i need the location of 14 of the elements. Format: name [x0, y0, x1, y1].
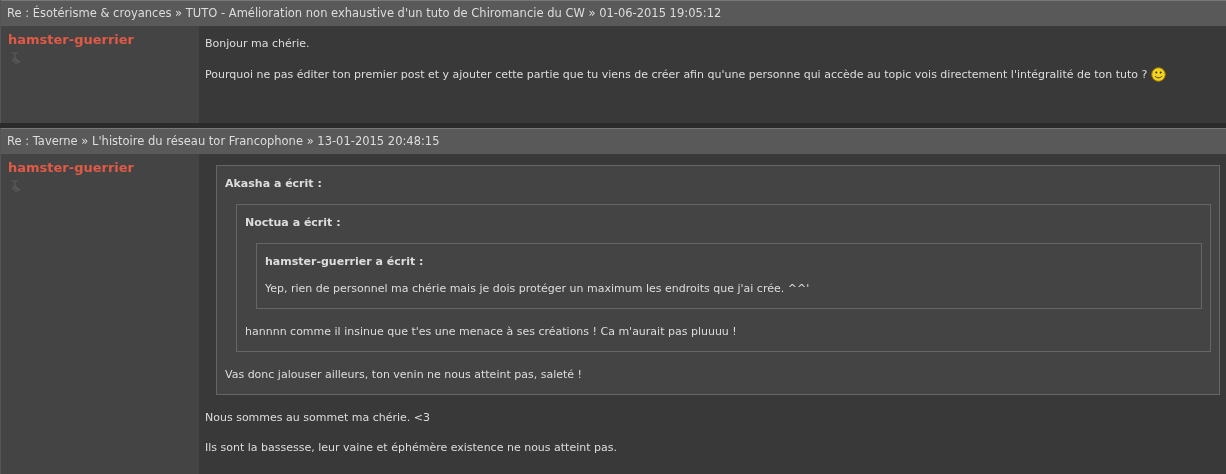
quote-author: Akasha a écrit :	[225, 177, 323, 190]
post-text: Vas donc jalouser ailleurs, ton venin ne nous atteint pas, saleté !	[225, 368, 582, 382]
post-text: Ils sont la bassesse, leur vaine et éphémère existence ne nous atteint pas.	[205, 441, 617, 455]
post-text: hannnn comme il insinue que t'es une menace à ses créations ! Ca m'aurait pas pluuuu !	[245, 325, 737, 339]
author-name[interactable]: hamster-guerrier	[8, 32, 199, 47]
post-text: Yep, rien de personnel ma chérie mais je dois protéger un maximum les endroits que j'ai crée. ^^'	[265, 282, 810, 296]
post-header: Re : Ésotérisme & croyances » TUTO - Amélioration non exhaustive d'un tuto de Chiromancie du CW » 01-06-2015 19:05:12	[1, 0, 1226, 26]
post-text: Bonjour ma chérie.	[205, 37, 310, 51]
post-text: Nous sommes au sommet ma chérie. <3	[205, 411, 431, 425]
quote-author: hamster-guerrier a écrit :	[265, 255, 425, 268]
post-header: Re : Taverne » L'histoire du réseau tor Francophone » 13-01-2015 20:48:15	[1, 128, 1226, 154]
author-name[interactable]: hamster-guerrier	[8, 160, 199, 175]
post-text: Pourquoi ne pas éditer ton premier post et y ajouter cette partie que tu viens de créer afin qu'une personne qui accède au topic vois directement l'intégralité de ton tuto ?	[205, 67, 1148, 82]
quote-author: Noctua a écrit :	[245, 216, 342, 229]
